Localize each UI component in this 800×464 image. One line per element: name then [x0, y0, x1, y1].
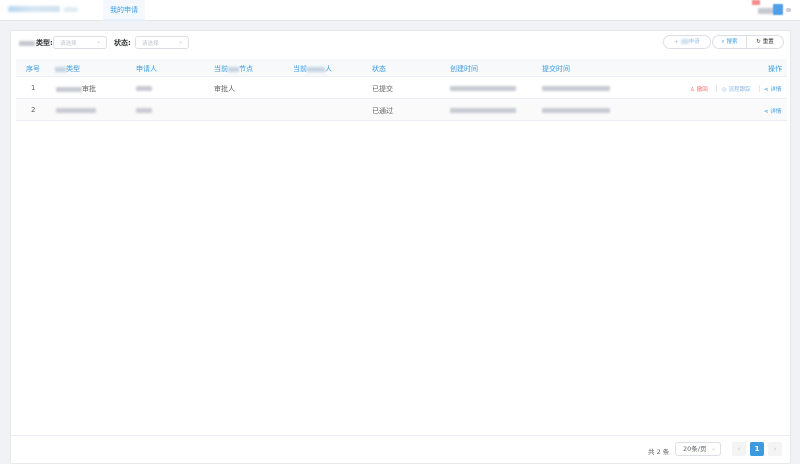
share-icon: ⋖	[764, 109, 769, 115]
col-index: 序号	[26, 65, 40, 73]
cell-created-time	[450, 106, 516, 114]
col-type: 类型	[55, 64, 80, 74]
tab-my-applications[interactable]: 我的申请	[103, 0, 145, 21]
col-operations: 操作	[768, 65, 782, 73]
cell-status: 已提交	[372, 85, 393, 93]
cell-current-node: 审批人	[214, 85, 235, 93]
status-filter-label: 状态:	[114, 39, 131, 47]
col-current-handler: 当前人	[293, 65, 332, 73]
status-select[interactable]: 请选择 ⌄	[135, 36, 189, 49]
cell-applicant	[136, 106, 152, 114]
dropdown-icon[interactable]	[786, 8, 791, 12]
pagination: 共 2 条 20条/页 ⌄ ‹ 1 ›	[11, 435, 790, 464]
type-select-placeholder: 请选择	[60, 41, 77, 47]
app-logo	[8, 6, 60, 12]
type-filter-label: 类型:	[19, 38, 53, 48]
user-name	[758, 8, 774, 14]
filter-bar: 类型: 请选择 ⌄ 状态: 请选择 ⌄ + 申请 ⌕ 搜索 ↻ 重置	[11, 31, 790, 55]
cell-status: 已通过	[372, 107, 393, 115]
table-header: 序号 类型 申请人 当前 节点 当前人 状态 创建时间 提交时间 操作	[16, 59, 787, 77]
refresh-icon: ↻	[756, 39, 761, 45]
total-count: 共 2 条	[648, 448, 670, 456]
table-row: 1 审批 审批人 已提交 ♙ 撤回 ◎ 流程跟踪 ⋖ 详情	[16, 77, 787, 99]
reset-button[interactable]: ↻ 重置	[746, 35, 784, 49]
avatar[interactable]	[773, 4, 783, 15]
user-menu[interactable]	[744, 0, 792, 18]
col-submitted-time: 提交时间	[542, 65, 570, 73]
cell-index: 1	[31, 84, 36, 92]
cell-type: 审批	[56, 84, 96, 94]
revoke-icon: ♙	[690, 87, 695, 93]
detail-button[interactable]: ⋖ 详情	[764, 107, 781, 115]
col-status: 状态	[372, 65, 386, 73]
top-bar: 我的申请	[0, 0, 800, 21]
chevron-down-icon: ⌄	[177, 38, 183, 45]
page-size-value: 20条/页	[683, 445, 707, 453]
main-panel: 类型: 请选择 ⌄ 状态: 请选择 ⌄ + 申请 ⌕ 搜索 ↻ 重置 序号 类型 申请…	[10, 30, 791, 464]
search-button[interactable]: ⌕ 搜索	[712, 35, 747, 49]
share-icon: ⋖	[764, 87, 769, 93]
prev-page-button[interactable]: ‹	[732, 442, 746, 456]
app-logo-suffix	[64, 7, 78, 12]
eye-icon: ◎	[722, 87, 727, 93]
col-current-node: 当前 节点	[214, 65, 253, 73]
table-row: 2 已通过 ⋖ 详情	[16, 99, 787, 121]
cell-submitted-time	[542, 84, 610, 92]
cell-created-time	[450, 84, 516, 92]
chevron-down-icon: ⌄	[710, 445, 716, 452]
cell-submitted-time	[542, 106, 610, 114]
chevron-down-icon: ⌄	[95, 38, 101, 45]
status-select-placeholder: 请选择	[142, 41, 159, 47]
col-applicant: 申请人	[136, 65, 157, 73]
page-number-current[interactable]: 1	[750, 442, 764, 456]
add-application-button[interactable]: + 申请	[663, 35, 711, 49]
cell-applicant	[136, 84, 152, 92]
divider	[716, 85, 717, 92]
divider	[759, 85, 760, 92]
notification-icon[interactable]	[752, 0, 760, 5]
next-page-button[interactable]: ›	[768, 442, 782, 456]
plus-icon: +	[674, 39, 679, 45]
col-created-time: 创建时间	[450, 65, 478, 73]
cell-index: 2	[31, 106, 36, 114]
detail-button[interactable]: ⋖ 详情	[764, 85, 781, 93]
type-select[interactable]: 请选择 ⌄	[53, 36, 107, 49]
track-button[interactable]: ◎ 流程跟踪	[722, 85, 751, 93]
cell-type	[56, 106, 96, 114]
search-icon: ⌕	[721, 39, 725, 45]
page-size-select[interactable]: 20条/页 ⌄	[675, 442, 721, 456]
revoke-button[interactable]: ♙ 撤回	[690, 85, 708, 93]
